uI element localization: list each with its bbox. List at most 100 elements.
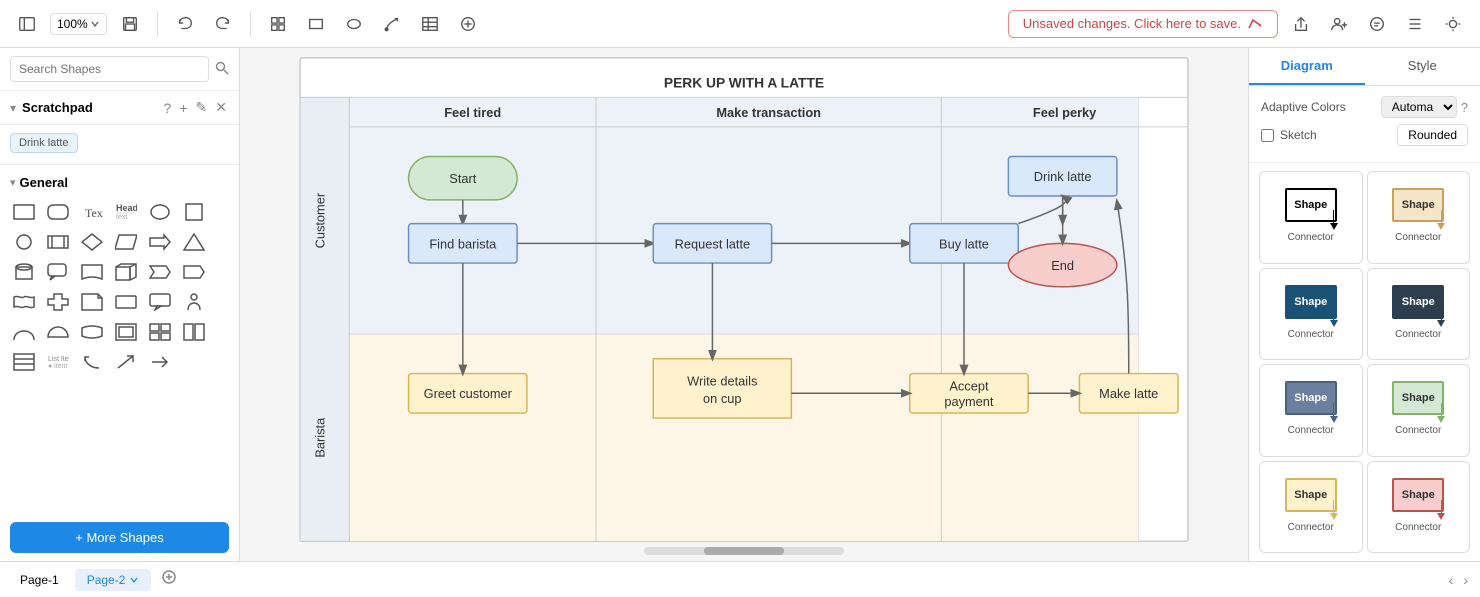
style-tile-6[interactable]: Shape Connector: [1259, 461, 1363, 554]
shape-frame[interactable]: [110, 318, 142, 346]
save-btn[interactable]: [115, 11, 145, 37]
style-tile-7[interactable]: Shape Connector: [1367, 461, 1471, 554]
shape-doc[interactable]: [76, 258, 108, 286]
add-page-btn[interactable]: [155, 567, 183, 592]
svg-text:Drink latte: Drink latte: [1034, 169, 1092, 184]
sketch-label: Sketch: [1280, 128, 1397, 142]
svg-text:Start: Start: [449, 171, 476, 186]
shape-cross[interactable]: [42, 288, 74, 316]
shape-cylinder[interactable]: [8, 258, 40, 286]
shape-step[interactable]: [144, 258, 176, 286]
unsaved-changes-btn[interactable]: Unsaved changes. Click here to save.: [1008, 10, 1278, 38]
shape-list[interactable]: List Item● item: [42, 348, 74, 376]
chat-btn[interactable]: [1362, 11, 1392, 37]
shape-box3d[interactable]: [110, 258, 142, 286]
tile-shape-area-7: Shape: [1383, 470, 1453, 520]
svg-text:Text: Text: [85, 206, 103, 220]
svg-text:Write details: Write details: [687, 373, 757, 388]
add-tool[interactable]: [453, 11, 483, 37]
tile-connector-0: [1330, 210, 1338, 230]
scratchpad-help-btn[interactable]: ?: [162, 97, 174, 118]
shape-callout2[interactable]: [144, 288, 176, 316]
connector-tool[interactable]: [377, 11, 407, 37]
toggle-panel-btn[interactable]: [12, 11, 42, 37]
settings-btn[interactable]: [1400, 11, 1430, 37]
scratchpad-close-btn[interactable]: ✕: [213, 97, 229, 118]
table-tool[interactable]: [415, 11, 445, 37]
shape-arc[interactable]: [8, 318, 40, 346]
ellipse-tool[interactable]: [339, 11, 369, 37]
scratchpad-add-btn[interactable]: +: [177, 97, 189, 118]
style-tile-3[interactable]: Shape Connector: [1367, 268, 1471, 361]
shape-square[interactable]: [178, 198, 210, 226]
shape-rect2[interactable]: [110, 288, 142, 316]
redo-btn[interactable]: [208, 11, 238, 37]
shape-rectangle[interactable]: [8, 198, 40, 226]
shape-semicircle[interactable]: [42, 318, 74, 346]
shape-freeform[interactable]: [178, 318, 210, 346]
shape-process[interactable]: [42, 228, 74, 256]
shape-curve-left[interactable]: [76, 348, 108, 376]
svg-text:Find barista: Find barista: [429, 236, 497, 251]
page-prev-btn[interactable]: ‹: [1445, 570, 1458, 590]
adaptive-colors-select[interactable]: Automa: [1381, 96, 1457, 118]
user-add-btn[interactable]: [1324, 11, 1354, 37]
horizontal-scrollbar[interactable]: [644, 547, 844, 555]
shape-wave[interactable]: [8, 288, 40, 316]
shape-text[interactable]: Text: [76, 198, 108, 226]
more-shapes-btn[interactable]: + More Shapes: [10, 522, 229, 553]
scratchpad-chip[interactable]: Drink latte: [10, 133, 78, 153]
shape-parallelogram[interactable]: [110, 228, 142, 256]
tab-style[interactable]: Style: [1365, 48, 1480, 85]
general-section-header[interactable]: ▾ General: [0, 171, 239, 194]
search-input[interactable]: [10, 56, 209, 82]
sketch-checkbox[interactable]: [1261, 129, 1274, 142]
style-tile-5[interactable]: Shape Connector: [1367, 364, 1471, 457]
page-next-btn[interactable]: ›: [1459, 570, 1472, 590]
theme-btn[interactable]: [1438, 11, 1468, 37]
style-tiles-grid: Shape Connector Shape Connecto: [1249, 163, 1480, 561]
shape-diagonal-arrow[interactable]: [110, 348, 142, 376]
page-tab-2[interactable]: Page-2: [75, 569, 152, 591]
shape-triangle[interactable]: [178, 228, 210, 256]
tab-diagram[interactable]: Diagram: [1249, 48, 1365, 85]
scrollbar-thumb[interactable]: [704, 547, 784, 555]
shape-circle[interactable]: [8, 228, 40, 256]
style-tile-0[interactable]: Shape Connector: [1259, 171, 1363, 264]
share-btn[interactable]: [1286, 11, 1316, 37]
page-tab-1[interactable]: Page-1: [8, 569, 71, 591]
shape-person[interactable]: [178, 288, 210, 316]
svg-text:Request latte: Request latte: [675, 236, 751, 251]
shape-tape[interactable]: [76, 318, 108, 346]
adaptive-colors-help[interactable]: ?: [1461, 100, 1468, 115]
shape-arrow-right2[interactable]: [144, 348, 176, 376]
shape-callout[interactable]: [42, 258, 74, 286]
scratchpad-edit-btn[interactable]: ✎: [194, 97, 210, 118]
shape-ellipse[interactable]: [144, 198, 176, 226]
select-tool[interactable]: [263, 11, 293, 37]
shape-chevron[interactable]: [178, 258, 210, 286]
undo-btn[interactable]: [170, 11, 200, 37]
search-btn[interactable]: [215, 61, 229, 78]
svg-text:Feel tired: Feel tired: [444, 105, 501, 120]
tile-connector-1: [1437, 210, 1445, 230]
rounded-btn[interactable]: Rounded: [1397, 124, 1468, 146]
shape-diamond[interactable]: [76, 228, 108, 256]
rectangle-tool[interactable]: [301, 11, 331, 37]
scratchpad-content: Drink latte: [0, 125, 239, 165]
svg-text:Buy latte: Buy latte: [939, 236, 989, 251]
shape-heading[interactable]: Headingtext: [110, 198, 142, 226]
zoom-control[interactable]: 100%: [50, 13, 107, 35]
shape-note[interactable]: [76, 288, 108, 316]
search-bar: [0, 48, 239, 91]
tile-label-6: Connector: [1288, 522, 1334, 533]
shape-table[interactable]: [8, 348, 40, 376]
style-tile-1[interactable]: Shape Connector: [1367, 171, 1471, 264]
toolbar-right: Unsaved changes. Click here to save.: [1008, 10, 1468, 38]
canvas-area[interactable]: PERK UP WITH A LATTE Customer Barista Fe…: [240, 48, 1248, 561]
shape-right-arrow[interactable]: [144, 228, 176, 256]
shape-tile[interactable]: [144, 318, 176, 346]
style-tile-4[interactable]: Shape Connector: [1259, 364, 1363, 457]
style-tile-2[interactable]: Shape Connector: [1259, 268, 1363, 361]
shape-rounded-rect[interactable]: [42, 198, 74, 226]
